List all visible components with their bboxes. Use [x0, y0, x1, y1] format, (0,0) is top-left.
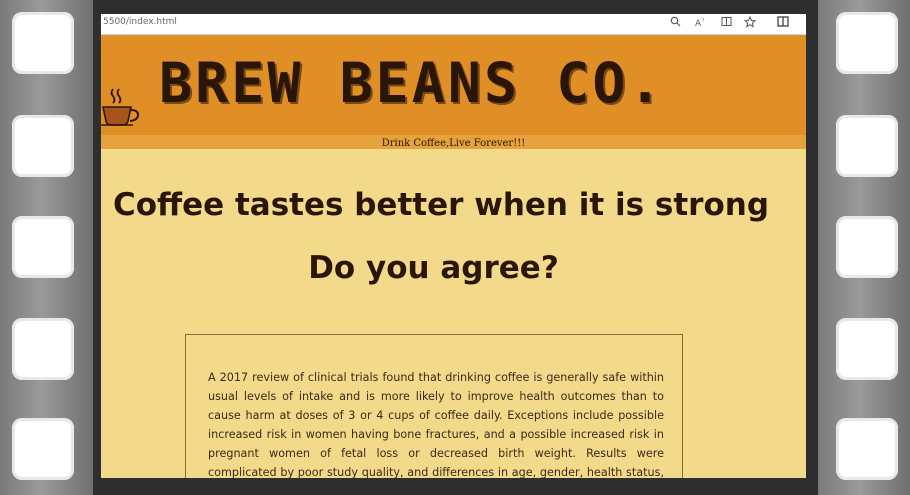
- read-aloud-icon[interactable]: A): [693, 16, 709, 32]
- brand-logo-text: BREW BEANS CO.: [159, 51, 665, 115]
- immersive-reader-icon[interactable]: [718, 16, 734, 32]
- frame-right: [806, 0, 818, 495]
- film-hole: [12, 115, 74, 177]
- info-paragraph: A 2017 review of clinical trials found t…: [208, 371, 664, 478]
- film-hole: [836, 115, 898, 177]
- favorite-icon[interactable]: [742, 15, 758, 32]
- info-box: A 2017 review of clinical trials found t…: [185, 334, 683, 478]
- split-screen-icon[interactable]: [775, 16, 791, 32]
- headline-strong: strong: [654, 186, 770, 223]
- site-header: BREW BEANS CO. Drink Coffee,Live Forever…: [101, 35, 806, 149]
- film-hole: [836, 216, 898, 278]
- film-hole: [836, 318, 898, 380]
- film-hole: [12, 418, 74, 480]
- question-heading: Do you agree?: [308, 249, 559, 286]
- coffee-cup-icon: [101, 88, 140, 126]
- page-headline: Coffee tastes better when it is strong: [101, 187, 781, 223]
- film-hole: [12, 318, 74, 380]
- search-icon[interactable]: [667, 16, 683, 32]
- browser-window: 5500/index.html A) BREW BEANS CO. Drink …: [101, 14, 806, 478]
- film-hole: [12, 216, 74, 278]
- frame-left: [93, 0, 101, 495]
- svg-text:A: A: [695, 19, 702, 28]
- url-text[interactable]: 5500/index.html: [103, 17, 177, 27]
- film-hole: [836, 418, 898, 480]
- frame-top: [93, 0, 817, 14]
- film-hole: [12, 12, 74, 74]
- frame-bottom: [93, 478, 817, 495]
- film-strip-left: [0, 0, 93, 495]
- tagline: Drink Coffee,Live Forever!!!: [381, 138, 526, 149]
- svg-text:): ): [702, 17, 704, 23]
- address-bar[interactable]: 5500/index.html A): [101, 14, 806, 35]
- film-hole: [836, 12, 898, 74]
- headline-text: Coffee tastes better when it is: [112, 186, 655, 223]
- film-strip-right: [818, 0, 910, 495]
